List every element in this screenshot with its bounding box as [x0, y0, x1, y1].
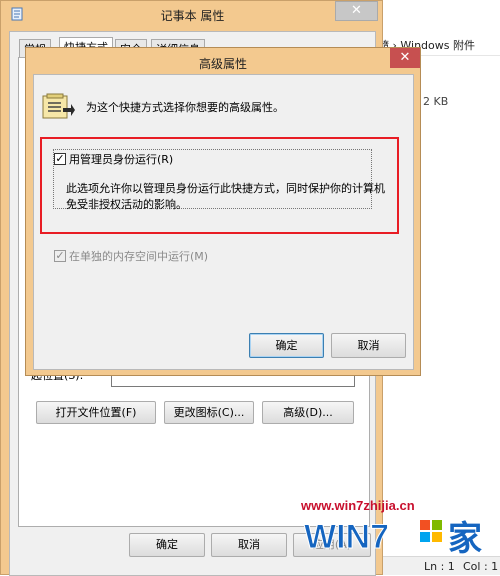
properties-ok-button[interactable]: 确定: [129, 533, 205, 557]
close-icon: ✕: [399, 50, 411, 65]
separate-memory-label[interactable]: 在单独的内存空间中运行(M): [69, 248, 208, 264]
run-as-admin-description: 此选项允许你以管理员身份运行此快捷方式，同时保护你的计算机免受非授权活动的影响。: [66, 182, 385, 211]
windows-flag-icon: [420, 520, 442, 542]
file-size: 2 KB: [423, 95, 449, 108]
close-icon: ✕: [351, 3, 362, 18]
advanced-dialog-description: 为这个快捷方式选择你想要的高级属性。: [86, 101, 284, 114]
watermark-logo-suffix: 家: [448, 519, 482, 559]
watermark-logo: WIN7 家: [300, 512, 500, 560]
watermark-logo-text: WIN7: [304, 518, 389, 556]
open-file-location-button[interactable]: 打开文件位置(F): [36, 401, 156, 424]
advanced-cancel-button[interactable]: 取消: [331, 333, 406, 358]
run-as-admin-checkbox[interactable]: ✓: [54, 153, 66, 165]
advanced-close-button[interactable]: ✕: [390, 48, 420, 68]
properties-close-button[interactable]: ✕: [335, 1, 378, 21]
advanced-ok-button[interactable]: 确定: [249, 333, 324, 358]
advanced-button[interactable]: 高级(D)...: [262, 401, 354, 424]
properties-dialog-title: 记事本 属性: [160, 9, 225, 23]
change-icon-button[interactable]: 更改图标(C)...: [164, 401, 254, 424]
status-col: Col : 1: [463, 560, 499, 573]
separate-memory-checkbox[interactable]: ✓: [54, 250, 66, 262]
watermark-url: www.win7zhijia.cn: [301, 498, 415, 513]
run-as-admin-label[interactable]: 用管理员身份运行(R): [69, 151, 173, 167]
shortcut-properties-icon: [41, 92, 75, 120]
status-line: Ln : 1: [424, 560, 455, 573]
properties-cancel-button[interactable]: 取消: [211, 533, 287, 557]
advanced-dialog-title: 高级属性: [198, 57, 247, 71]
checkmark-icon: ✓: [55, 249, 65, 262]
checkmark-icon: ✓: [55, 152, 65, 165]
advanced-properties-dialog: 高级属性 ✕ 为这个快捷方式选择你想要的高级属性。 ✓ 用管理员身份运行(R) …: [25, 47, 421, 376]
